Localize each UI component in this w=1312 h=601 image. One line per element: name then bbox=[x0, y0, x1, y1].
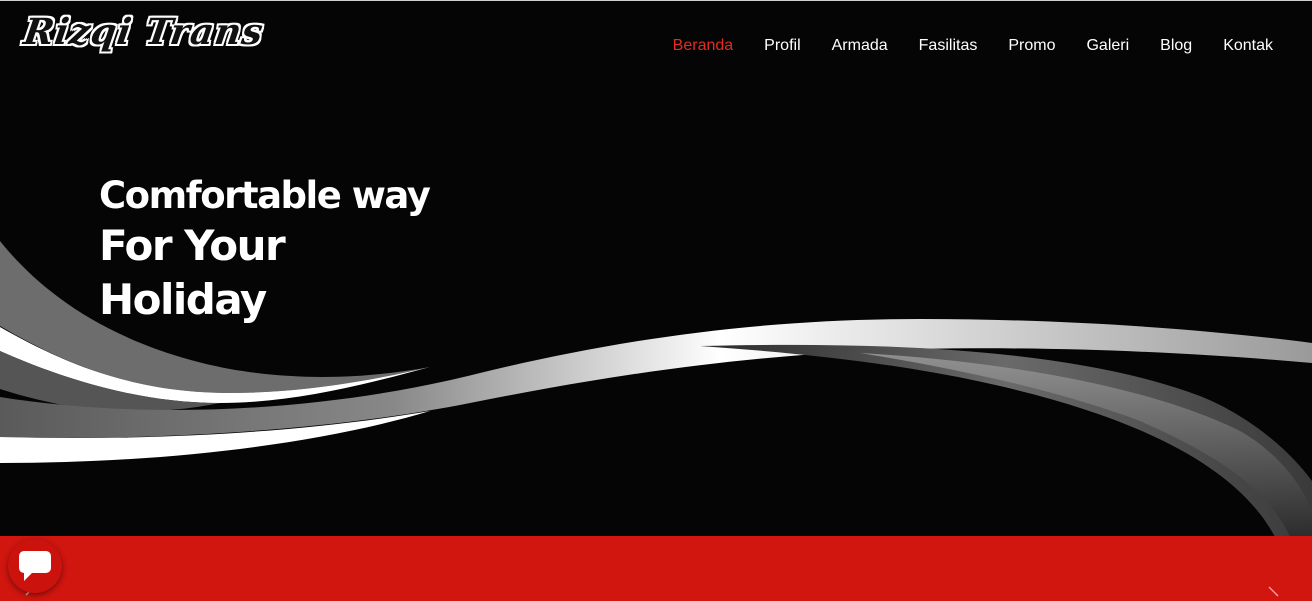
nav-profil[interactable]: Profil bbox=[764, 37, 800, 55]
nav-beranda[interactable]: Beranda bbox=[673, 37, 734, 55]
main-nav: Beranda Profil Armada Fasilitas Promo Ga… bbox=[642, 37, 1273, 55]
hero-line-3: Holiday bbox=[99, 275, 267, 324]
hero-headline: Comfortable way For Your Holiday bbox=[99, 173, 431, 327]
site-logo[interactable]: Rizqi Trans bbox=[21, 11, 266, 53]
hero-line-2: For Your bbox=[99, 221, 286, 270]
chat-bubble-icon bbox=[19, 551, 51, 581]
nav-galeri[interactable]: Galeri bbox=[1086, 37, 1129, 55]
nav-blog[interactable]: Blog bbox=[1160, 37, 1192, 55]
hero-line-1: Comfortable way bbox=[99, 174, 431, 217]
chevron-right-icon bbox=[1268, 586, 1279, 597]
slider-next-button[interactable] bbox=[1266, 586, 1282, 601]
nav-kontak[interactable]: Kontak bbox=[1223, 37, 1273, 55]
nav-promo[interactable]: Promo bbox=[1008, 37, 1055, 55]
page: Rizqi Trans Beranda Profil Armada Fasili… bbox=[0, 0, 1312, 601]
red-section bbox=[0, 536, 1312, 601]
chat-button[interactable] bbox=[8, 539, 62, 593]
nav-fasilitas[interactable]: Fasilitas bbox=[919, 37, 978, 55]
hero-slider: Rizqi Trans Beranda Profil Armada Fasili… bbox=[0, 0, 1312, 536]
nav-armada[interactable]: Armada bbox=[832, 37, 888, 55]
